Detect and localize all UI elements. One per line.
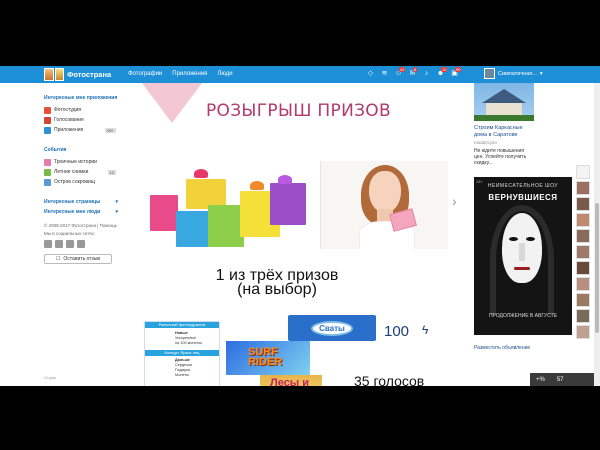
friends-icon[interactable]: ☺ 42 — [394, 67, 406, 78]
logo-text: Фотострана — [67, 70, 112, 79]
facebook-icon[interactable] — [77, 240, 85, 248]
photostudio-icon — [44, 106, 51, 114]
apps-icon — [44, 126, 51, 134]
friend-avatar[interactable] — [576, 261, 590, 275]
svaty-logo: Сваты — [288, 315, 376, 341]
guests-badge: 10 — [441, 67, 448, 72]
voting-icon — [44, 116, 51, 124]
woman-image — [320, 161, 448, 249]
chat-count: 57 — [556, 376, 564, 383]
section-people[interactable]: Интересные мне люди ▾ — [44, 209, 120, 215]
sidebar-item-stories[interactable]: Троичные истории — [44, 157, 120, 167]
friends-thumbnails — [574, 165, 592, 341]
chevron-right-icon[interactable]: › — [452, 193, 457, 209]
ad-title[interactable]: Строим Каркасные дома в Саратове — [474, 125, 534, 138]
lightning-icon: ϟ — [422, 323, 429, 337]
events-icon[interactable]: ▣ 99 — [450, 67, 462, 78]
gift-boxes-image — [150, 161, 316, 249]
top-navbar: Фотострана Фотографии Приложения Люди ◇ … — [0, 66, 600, 83]
prize-amount: 100 — [384, 323, 410, 340]
guests-icon[interactable]: ☻ 10 — [436, 67, 448, 78]
sidebar-item-island[interactable]: Остров сокровищ — [44, 177, 120, 187]
social-label: Мы в социальных сетях: — [44, 231, 96, 236]
section-pages[interactable]: Интересные страницы ▾ — [44, 199, 120, 205]
user-name: Симпатичная... — [498, 70, 537, 77]
promo-subtitle-note: (на выбор) — [237, 281, 317, 298]
prize-list: Рамочный фотохудожник Новые Ускоренные н… — [144, 321, 220, 386]
promo-title: РОЗЫГРЫШ ПРИЗОВ — [206, 101, 391, 121]
chat-icon: ☐ — [55, 256, 61, 262]
chevron-down-icon: ▾ — [115, 199, 118, 205]
main-nav: Фотографии Приложения Люди — [128, 71, 233, 77]
friend-avatar[interactable] — [576, 197, 590, 211]
summer-icon — [44, 168, 51, 176]
stream-link[interactable]: Стрим — [44, 375, 56, 380]
chevron-down-icon: ▾ — [115, 209, 118, 215]
chevron-down-icon: ▾ — [539, 70, 543, 77]
copyright: © 2008-2017 Фотострана | Помощь — [44, 223, 118, 228]
feedback-button[interactable]: ☐ Оставить отзыв — [44, 254, 112, 264]
nav-photos[interactable]: Фотографии — [128, 71, 162, 77]
sidebar-item-photostudio[interactable]: Фотостудия — [44, 105, 120, 115]
user-menu[interactable]: Симпатичная... ▾ — [484, 68, 543, 79]
top-icons: ◇ ≋ ☺ 42 ✉ 8 ♪ ☻ 10 ▣ 99 — [366, 67, 462, 78]
messages-badge: 8 — [413, 67, 418, 72]
friend-avatar[interactable] — [576, 277, 590, 291]
bell-icon[interactable]: ♪ — [422, 69, 431, 78]
sweet-game-logo: Лесы и — [260, 375, 322, 386]
sidebar-item-summer[interactable]: Летние снимки 12 — [44, 167, 120, 177]
friend-avatar[interactable] — [576, 309, 590, 323]
friend-avatar[interactable] — [576, 229, 590, 243]
diamond-icon[interactable]: ◇ — [366, 69, 375, 78]
friends-badge: 42 — [399, 67, 406, 72]
ad-text: Не ждите повышения цен. Успейте получить… — [474, 148, 527, 166]
stories-icon — [44, 158, 51, 166]
logo-icon — [44, 68, 64, 81]
nav-people[interactable]: Люди — [217, 71, 232, 77]
votes-text: 35 голосов — [354, 373, 425, 386]
surf-rider-logo: SURF RIDER — [226, 341, 310, 375]
nav-apps[interactable]: Приложения — [172, 71, 207, 77]
section-my-apps[interactable]: Интересные мне приложения — [44, 95, 120, 101]
friend-avatar[interactable] — [576, 293, 590, 307]
events-badge: 99 — [455, 67, 462, 72]
section-events[interactable]: События — [44, 147, 120, 153]
movie-poster-ad[interactable]: 18+ НЕИМЕСАТЕЛЬНОЕ ШОУ ВЕРНУВШИЕСЯ ПРОДО… — [474, 177, 572, 335]
left-sidebar: Интересные мне приложения Фотостудия Гол… — [40, 83, 120, 386]
ok-icon[interactable] — [55, 240, 63, 248]
decor-ribbon — [142, 83, 202, 123]
friend-avatar[interactable] — [576, 325, 590, 339]
friend-avatar[interactable] — [576, 213, 590, 227]
friend-avatar[interactable] — [576, 181, 590, 195]
sidebar-item-apps[interactable]: Приложения 99+ — [44, 125, 120, 135]
wifi-icon[interactable]: ≋ — [380, 69, 389, 78]
right-column: Строим Каркасные дома в Саратове rusdom.… — [468, 83, 600, 386]
chat-plus: +% — [536, 376, 545, 383]
sidebar-item-voting[interactable]: Голосование — [44, 115, 120, 125]
chat-widget[interactable]: +% 57 — [530, 373, 594, 386]
vk-icon[interactable] — [44, 240, 52, 248]
promo-banner[interactable]: РОЗЫГРЫШ ПРИЗОВ › 1 из трёх призов (на в… — [122, 83, 468, 386]
island-icon — [44, 178, 51, 186]
friend-avatar[interactable] — [576, 165, 590, 179]
twitter-icon[interactable] — [66, 240, 74, 248]
browser-page: Фотострана Фотографии Приложения Люди ◇ … — [0, 66, 600, 386]
site-logo[interactable]: Фотострана — [44, 68, 111, 81]
messages-icon[interactable]: ✉ 8 — [408, 67, 418, 78]
summer-count: 12 — [107, 169, 116, 175]
avatar — [484, 68, 495, 79]
apps-count: 99+ — [105, 127, 116, 133]
friend-avatar[interactable] — [576, 245, 590, 259]
ad-image[interactable] — [474, 83, 534, 121]
page-scrollbar[interactable] — [594, 83, 600, 386]
ad-source: rusdom.pro — [474, 140, 497, 145]
place-ad-link[interactable]: Разместить объявление — [474, 345, 530, 351]
social-links — [44, 240, 120, 248]
